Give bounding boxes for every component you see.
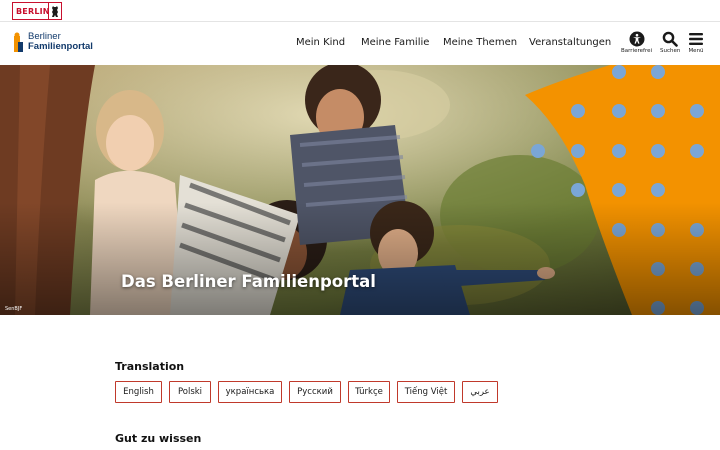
nav-veranstaltungen[interactable]: Veranstaltungen [529,37,611,48]
hero-title: Das Berliner Familienportal [121,272,376,291]
language-button-vietnamese[interactable]: Tiếng Việt [397,381,455,403]
hero-banner: Das Berliner Familienportal SenBJF [0,65,720,315]
familienportal-logo-icon [14,32,23,52]
menu-button[interactable]: Menü [688,31,704,54]
site-header: Berliner Familienportal Mein Kind Meine … [0,22,720,65]
language-button-english[interactable]: English [115,381,162,403]
language-button-polski[interactable]: Polski [169,381,211,403]
berlin-label: BERLIN [16,6,50,16]
familienportal-logo[interactable]: Berliner Familienportal [12,32,93,56]
hero-photo-credit: SenBJF [5,306,23,312]
berlin-bear-icon [49,3,61,19]
hamburger-menu-icon [689,33,703,45]
berlin-top-bar: BERLIN [0,0,720,22]
language-button-ukrainian[interactable]: українська [218,381,282,403]
nav-meine-themen[interactable]: Meine Themen [443,37,517,48]
accessibility-button[interactable]: Barrierefrei [621,31,652,54]
search-label: Suchen [660,48,681,54]
berlin-logo-link[interactable]: BERLIN [12,2,62,20]
logo-text-familienportal: Familienportal [28,41,93,52]
accessibility-label: Barrierefrei [621,48,652,54]
translation-language-list: English Polski українська Русский Türkçe… [115,381,505,403]
gut-zu-wissen-heading: Gut zu wissen [115,432,202,445]
search-icon [662,31,678,47]
nav-meine-familie[interactable]: Meine Familie [361,37,429,48]
accessibility-icon [629,31,644,47]
translation-heading: Translation [115,360,185,373]
nav-mein-kind[interactable]: Mein Kind [296,37,345,48]
language-button-russian[interactable]: Русский [289,381,341,403]
search-button[interactable]: Suchen [660,31,680,54]
menu-label: Menü [688,48,704,54]
language-button-turkish[interactable]: Türkçe [348,381,390,403]
language-button-arabic[interactable]: عربي [462,381,498,403]
